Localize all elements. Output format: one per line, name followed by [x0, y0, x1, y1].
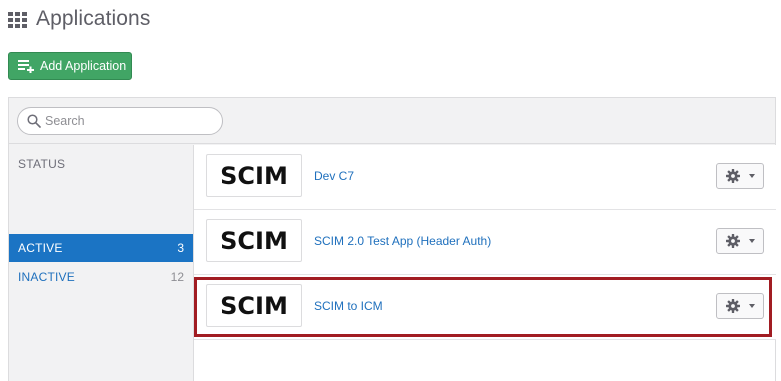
- app-logo[interactable]: SCIM: [206, 284, 302, 327]
- app-logo[interactable]: SCIM: [206, 219, 302, 262]
- filter-inactive-label: INACTIVE: [18, 270, 75, 284]
- page-title: Applications: [36, 7, 151, 30]
- gear-icon: [725, 299, 740, 313]
- search-input[interactable]: [45, 114, 205, 128]
- chevron-down-icon: [748, 239, 755, 243]
- filter-active-count: 3: [177, 241, 184, 255]
- app-list: SCIM Dev C7 SCIM SCIM 2.0 Test App (Head…: [193, 145, 776, 381]
- grid-icon: [8, 11, 28, 29]
- search-bar: [9, 98, 775, 144]
- add-list-icon: [18, 60, 34, 73]
- chevron-down-icon: [748, 304, 755, 308]
- app-settings-button[interactable]: [716, 293, 764, 319]
- app-settings-button[interactable]: [716, 163, 764, 189]
- applications-panel: STATUS ACTIVE 3 INACTIVE 12 SCIM Dev C7: [8, 97, 776, 381]
- app-row: SCIM Dev C7: [194, 145, 776, 210]
- app-name-link[interactable]: SCIM to ICM: [314, 299, 383, 313]
- app-logo-text: SCIM: [220, 161, 288, 190]
- app-logo-text: SCIM: [220, 291, 288, 320]
- app-row: SCIM SCIM 2.0 Test App (Header Auth): [194, 210, 776, 275]
- chevron-down-icon: [748, 174, 755, 178]
- filter-inactive[interactable]: INACTIVE 12: [9, 263, 193, 291]
- search-box[interactable]: [17, 107, 223, 135]
- page-header: Applications: [8, 7, 150, 31]
- status-sidebar: STATUS ACTIVE 3 INACTIVE 12: [9, 145, 193, 381]
- add-application-label: Add Application: [40, 59, 127, 73]
- add-application-button[interactable]: Add Application: [8, 52, 132, 80]
- app-logo[interactable]: SCIM: [206, 154, 302, 197]
- search-icon: [27, 114, 41, 128]
- app-name-link[interactable]: Dev C7: [314, 169, 354, 183]
- app-row: SCIM SCIM to ICM: [194, 275, 776, 340]
- app-logo-text: SCIM: [220, 226, 288, 255]
- gear-icon: [725, 169, 740, 183]
- filter-active[interactable]: ACTIVE 3: [9, 234, 193, 262]
- app-name-link[interactable]: SCIM 2.0 Test App (Header Auth): [314, 234, 491, 248]
- app-settings-button[interactable]: [716, 228, 764, 254]
- gear-icon: [725, 234, 740, 248]
- filter-active-label: ACTIVE: [18, 241, 63, 255]
- status-heading: STATUS: [18, 157, 66, 171]
- filter-inactive-count: 12: [170, 270, 184, 284]
